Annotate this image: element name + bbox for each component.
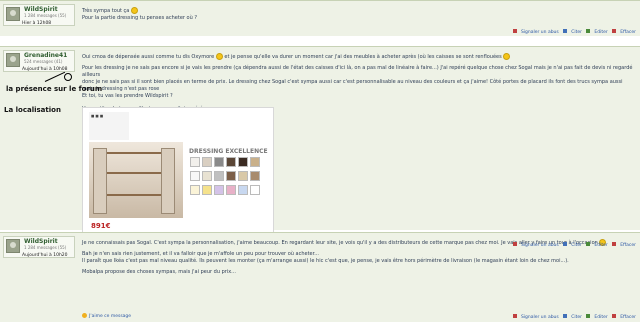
post-line: Mobalpa propose des choses sympas, mais …	[82, 269, 236, 275]
post-line: et je pense qu'elle va durer un moment c…	[224, 54, 502, 60]
post-actions: Signaler un abus Citer Editer Effacer	[510, 29, 636, 35]
delete-button[interactable]: Effacer	[612, 314, 636, 320]
quote-icon	[563, 242, 568, 246]
report-button[interactable]: Signaler un abus	[512, 29, 559, 35]
post-line: Il paraît que Ikéa c'est pas mal niveau …	[82, 258, 569, 264]
delete-icon	[612, 29, 617, 33]
author-card: Grenadine41 524 messages (41) Aujourd'hu…	[3, 50, 75, 72]
post-line: Oui cmoa de dépensée aussi comme tu dis …	[82, 54, 215, 60]
delete-icon	[612, 314, 617, 318]
quote-icon	[563, 314, 568, 318]
pencil-icon	[586, 242, 591, 246]
delete-icon	[612, 242, 617, 246]
edit-button[interactable]: Editer	[586, 29, 608, 35]
brochure-price: 891€	[91, 222, 111, 230]
quote-icon	[563, 29, 568, 33]
post-actions: Signaler un abus Citer Editer Effacer	[510, 314, 636, 320]
brochure-title: DRESSING EXCELLENCE	[189, 148, 268, 155]
author-name[interactable]: WildSpirit	[24, 238, 58, 245]
post-line: donc je ne sais pas si il sont bien plac…	[82, 79, 623, 92]
post-actions: Signaler un abus Citer Editer Effacer	[510, 242, 636, 248]
post-1: WildSpirit 1 284 messages (55) Hier à 12…	[0, 0, 640, 36]
delete-button[interactable]: Effacer	[612, 29, 636, 35]
smiley-icon	[130, 7, 138, 14]
author-meta: 1 284 messages (55)	[24, 245, 67, 250]
smiley-icon	[215, 53, 223, 60]
warning-icon	[512, 29, 517, 33]
annotation-presence: la présence sur le forum	[6, 85, 103, 93]
pencil-icon	[586, 314, 591, 318]
like-icon	[82, 313, 87, 318]
like-button[interactable]: J'aime ce message	[82, 313, 131, 319]
post-line: Pour les dressing je ne sais pas encore …	[82, 65, 633, 78]
post-date: Hier à 12h08	[22, 21, 52, 26]
color-swatches	[189, 156, 271, 198]
warning-icon	[512, 314, 517, 318]
author-meta: 524 messages (41)	[24, 59, 63, 64]
dressing-photo	[89, 142, 183, 218]
quote-button[interactable]: Citer	[563, 29, 582, 35]
avatar[interactable]	[6, 53, 20, 67]
post-body: Très sympa tout ça Pour la partie dressi…	[82, 7, 197, 22]
brochure-header: ■ ■ ■	[89, 112, 129, 140]
post-line: Pour la partie dressing tu penses achete…	[82, 15, 198, 21]
avatar[interactable]	[6, 239, 20, 253]
post-body: Oui cmoa de dépensée aussi comme tu dis …	[82, 53, 634, 113]
post-line: Bah je n'en sais rien justement, et il v…	[82, 251, 319, 257]
post-image[interactable]: ■ ■ ■ DRESSING EXCELLENCE 891€	[82, 107, 274, 237]
delete-button[interactable]: Effacer	[612, 242, 636, 248]
avatar[interactable]	[6, 7, 20, 21]
author-name[interactable]: Grenadine41	[24, 52, 67, 59]
warning-icon	[512, 242, 517, 246]
smiley-icon	[503, 53, 511, 60]
annotation-localisation: La localisation	[4, 106, 61, 114]
author-card: WildSpirit 1 284 messages (55) Hier à 12…	[3, 4, 75, 26]
author-card: WildSpirit 1 284 messages (55) Aujourd'h…	[3, 236, 75, 258]
report-button[interactable]: Signaler un abus	[512, 242, 559, 248]
post-date: Aujourd'hui à 10h08	[22, 67, 68, 72]
report-button[interactable]: Signaler un abus	[512, 314, 559, 320]
edit-button[interactable]: Editer	[586, 242, 608, 248]
quote-button[interactable]: Citer	[563, 314, 582, 320]
quote-button[interactable]: Citer	[563, 242, 582, 248]
post-date: Aujourd'hui à 10h20	[22, 253, 68, 258]
annotation-circle	[64, 73, 72, 81]
author-meta: 1 284 messages (55)	[24, 13, 67, 18]
pencil-icon	[586, 29, 591, 33]
author-name[interactable]: WildSpirit	[24, 6, 58, 13]
edit-button[interactable]: Editer	[586, 314, 608, 320]
post-line: Très sympa tout ça	[82, 8, 130, 14]
post-line: Et toi, tu vas les prendre Wildspirit ?	[82, 93, 173, 99]
